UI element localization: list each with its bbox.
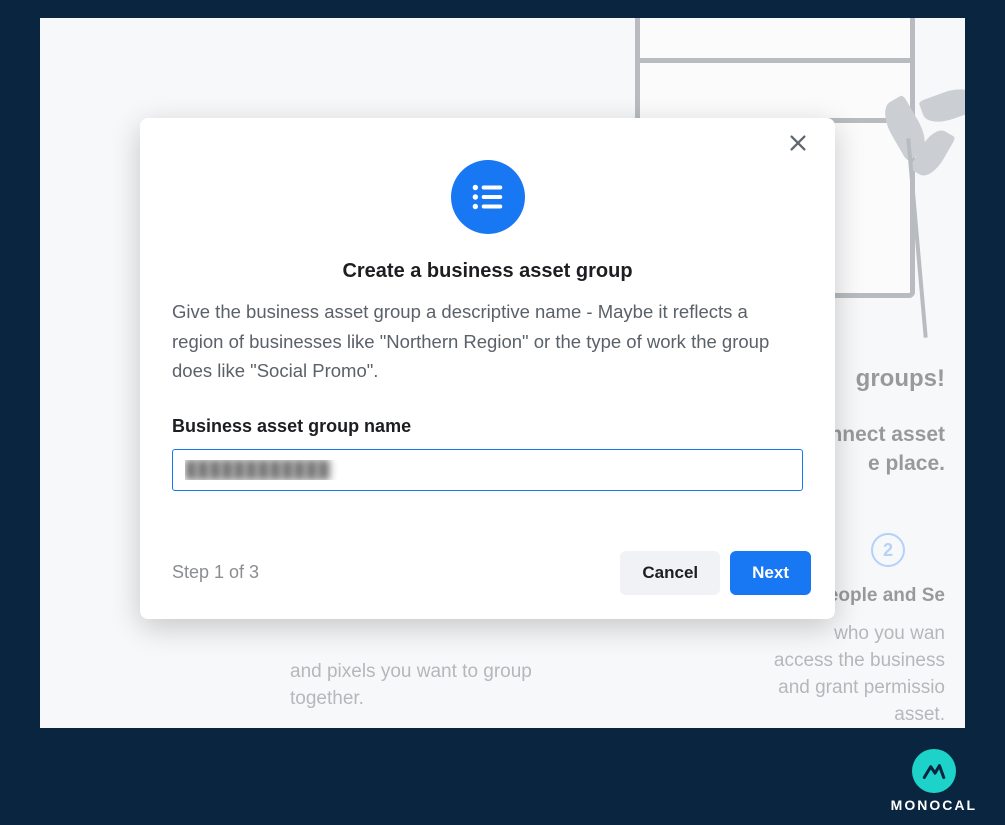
- list-icon: [451, 160, 525, 234]
- modal-footer: Step 1 of 3 Cancel Next: [172, 551, 811, 595]
- step-indicator: Step 1 of 3: [172, 562, 259, 583]
- group-name-input[interactable]: [172, 449, 803, 491]
- modal-icon-container: [140, 118, 835, 234]
- modal-description: Give the business asset group a descript…: [172, 297, 803, 386]
- create-asset-group-modal: Create a business asset group Give the b…: [140, 118, 835, 619]
- brand-watermark: MONOCAL: [891, 749, 977, 813]
- modal-title: Create a business asset group: [140, 260, 835, 283]
- brand-logo-icon: [912, 749, 956, 793]
- group-name-label: Business asset group name: [172, 416, 803, 437]
- close-button[interactable]: [787, 132, 819, 164]
- cancel-button[interactable]: Cancel: [620, 551, 720, 595]
- next-button[interactable]: Next: [730, 551, 811, 595]
- close-icon: [787, 132, 809, 154]
- brand-name: MONOCAL: [891, 797, 977, 813]
- page-background: groups! nnect asset e place. 2 People an…: [40, 18, 965, 728]
